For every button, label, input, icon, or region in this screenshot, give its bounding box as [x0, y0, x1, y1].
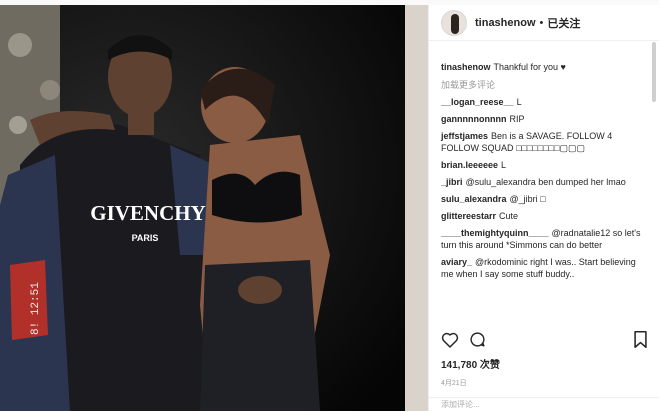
comment-item: __logan_reese__ L	[441, 96, 645, 108]
comment-text: Cute	[499, 211, 519, 221]
load-more-comments-link[interactable]: 加载更多评论	[441, 78, 645, 91]
post-date: 4月21日	[441, 380, 467, 387]
comment-username[interactable]: aviary_	[441, 257, 472, 267]
caption-username[interactable]: tinashenow	[441, 62, 491, 72]
post-header: tinashenow • 已关注	[429, 5, 659, 41]
post-photo: GIVENCHY PARIS 8! 12:51	[0, 5, 428, 411]
comment-list: tinashenow Thankful for you ♥ 加载更多评论 __lo…	[429, 41, 653, 327]
comment-text: @sulu_alexandra ben dumped her lmao	[465, 177, 626, 187]
heart-icon[interactable]	[441, 331, 459, 348]
comment-text: L	[516, 97, 522, 107]
shirt-sub-text: PARIS	[132, 233, 159, 243]
comment-username[interactable]: jeffstjames	[441, 131, 488, 141]
comment-username[interactable]: ____themightyquinn____	[441, 228, 549, 238]
comment-item: _jibri @sulu_alexandra ben dumped her lma…	[441, 176, 645, 188]
comment-item: gannnnnonnnn RIP	[441, 113, 645, 125]
comment-username[interactable]: sulu_alexandra	[441, 194, 507, 204]
comment-username[interactable]: brian.leeeeee	[441, 160, 498, 170]
comment-text: RIP	[509, 114, 525, 124]
like-count[interactable]: 141,780 次赞	[441, 356, 500, 371]
comment-item: glittereestarr Cute	[441, 210, 645, 222]
bookmark-icon[interactable]	[634, 331, 647, 353]
comments-scrollbar[interactable]	[652, 42, 656, 102]
comment-item: aviary_ @rkodominic right I was.. Start b…	[441, 256, 645, 280]
caption-text: Thankful for you ♥	[493, 62, 566, 72]
svg-text:8! 12:51: 8! 12:51	[30, 282, 42, 335]
post-caption: tinashenow Thankful for you ♥	[441, 61, 645, 73]
comment-item: brian.leeeeee L	[441, 159, 645, 171]
comment-username[interactable]: __logan_reese__	[441, 97, 514, 107]
avatar[interactable]	[441, 9, 467, 36]
comment-text: L	[501, 160, 507, 170]
instagram-post-window: GIVENCHY PARIS 8! 12:51 tinashenow • 已关注	[0, 0, 659, 411]
header-username[interactable]: tinashenow	[475, 17, 536, 29]
comment-text: @_jibri □	[509, 194, 546, 204]
shirt-logo-text: GIVENCHY	[90, 201, 206, 225]
comment-username[interactable]: glittereestarr	[441, 211, 496, 221]
comment-username[interactable]: gannnnnonnnn	[441, 114, 506, 124]
add-comment-input[interactable]: 添加评论...	[429, 397, 659, 411]
action-bar	[441, 331, 486, 348]
photo-illustration: GIVENCHY PARIS 8! 12:51	[0, 5, 428, 411]
comment-username[interactable]: _jibri	[441, 177, 463, 187]
comment-item: ____themightyquinn____ @radnatalie12 so l…	[441, 227, 645, 251]
post-sidebar: tinashenow • 已关注 tinashenow Thankful for …	[428, 5, 659, 411]
header-separator: •	[539, 16, 544, 29]
comment-item: jeffstjames Ben is a SAVAGE. FOLLOW 4 FOL…	[441, 130, 645, 154]
follow-status-button[interactable]: 已关注	[547, 15, 580, 31]
comment-icon[interactable]	[469, 331, 486, 348]
comment-item: sulu_alexandra @_jibri □	[441, 193, 645, 205]
